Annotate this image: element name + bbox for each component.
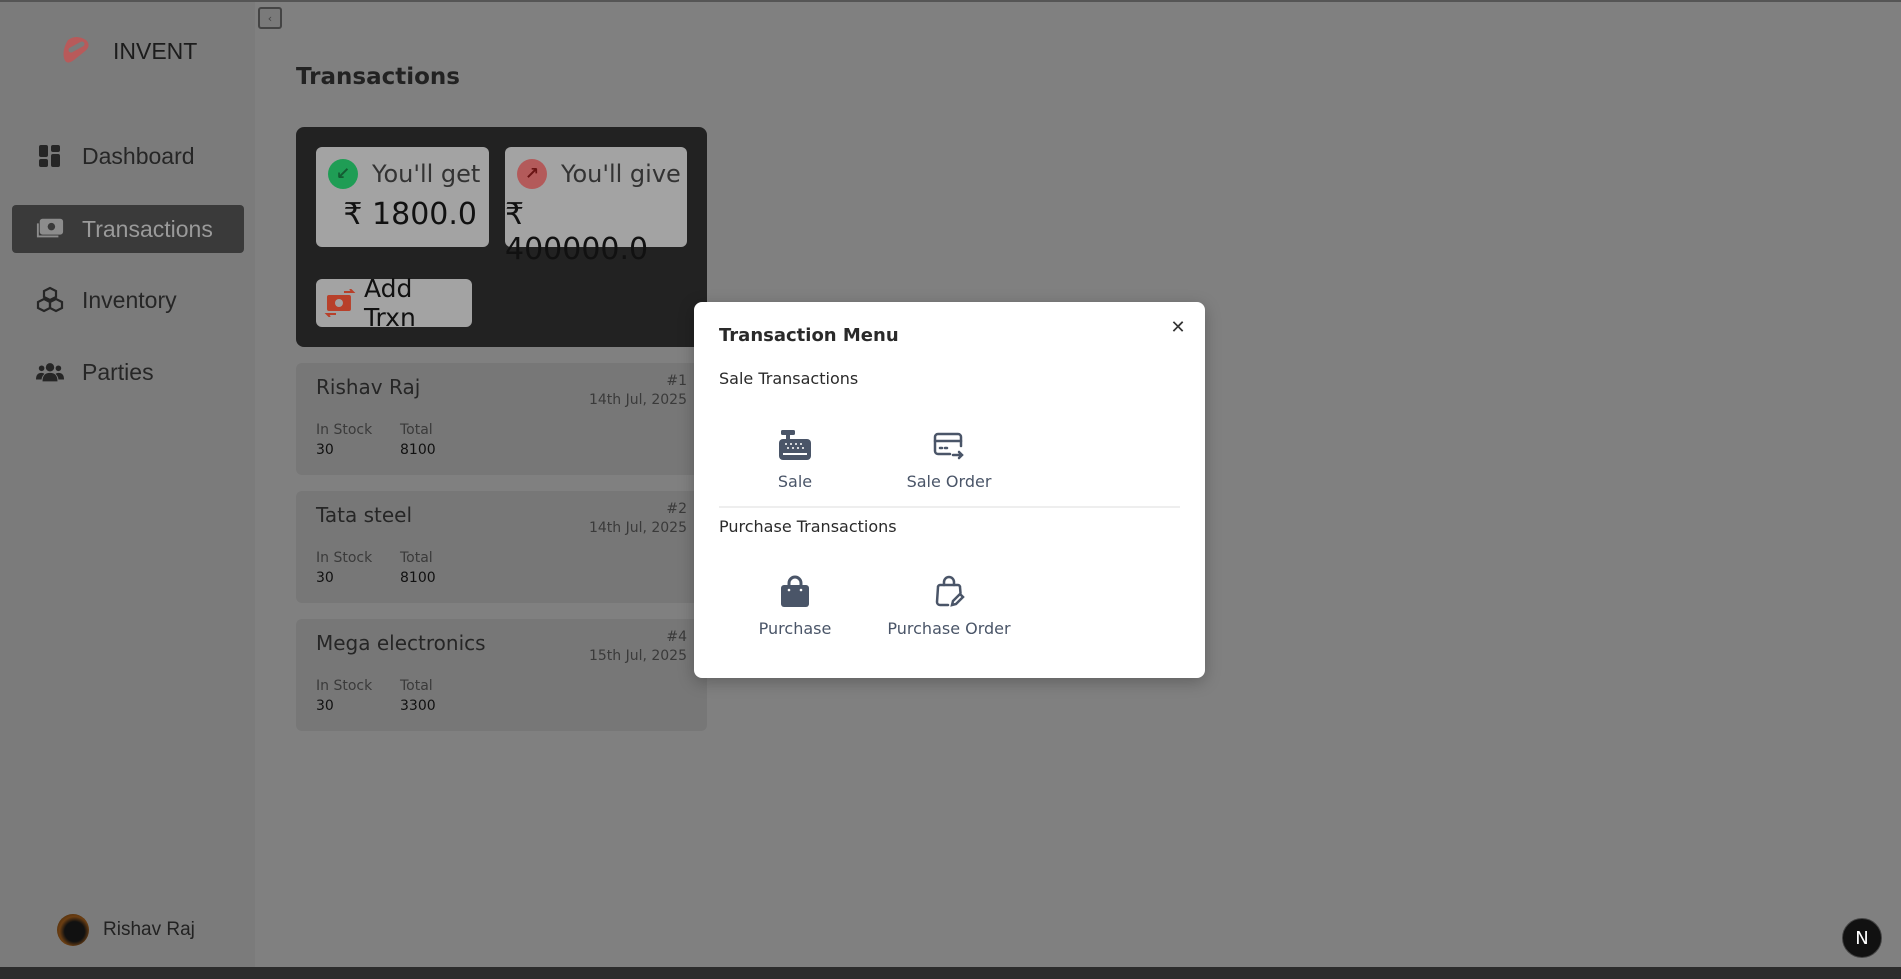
card-transfer-icon: [933, 432, 964, 460]
transaction-card[interactable]: Rishav Raj #1 14th Jul, 2025 In Stock 30…: [296, 363, 707, 475]
sidebar-item-label: Dashboard: [82, 142, 195, 169]
users-icon: [36, 358, 64, 386]
bag-edit-icon: [935, 575, 965, 607]
avatar: [57, 914, 89, 946]
collapse-sidebar-button[interactable]: ‹: [258, 7, 282, 29]
in-stock-label: In Stock: [316, 678, 373, 694]
add-transaction-button[interactable]: Add Trxn: [316, 274, 472, 332]
transaction-card[interactable]: Mega electronics #4 15th Jul, 2025 In St…: [296, 619, 707, 731]
party-name: Mega electronics: [316, 631, 486, 655]
bottom-status-bar: [0, 967, 1901, 979]
cash-register-icon: [779, 430, 811, 460]
sale-label: Sale: [777, 472, 813, 491]
close-button[interactable]: ✕: [1167, 316, 1189, 338]
summary-panel: ↙ You'll get ₹ 1800.0 ↗ You'll give ₹ 4000…: [296, 127, 707, 347]
in-stock-label: In Stock: [316, 550, 373, 566]
total-value: 3300: [400, 698, 436, 714]
sidebar-item-label: Transactions: [82, 215, 213, 242]
transaction-number: #1: [666, 373, 687, 389]
you-give-label: You'll give: [561, 160, 681, 188]
transaction-date: 14th Jul, 2025: [588, 392, 687, 408]
party-name: Tata steel: [316, 503, 413, 527]
chevron-left-icon: ‹: [267, 11, 273, 25]
transaction-menu-dialog: Transaction Menu ✕ Sale Transactions Sal…: [694, 302, 1205, 678]
transaction-number: #2: [666, 501, 687, 517]
transaction-date: 15th Jul, 2025: [588, 648, 687, 664]
shopping-bag-icon: [781, 575, 809, 607]
party-name: Rishav Raj: [316, 375, 421, 399]
purchase-label: Purchase: [758, 619, 832, 638]
you-give-amount: ₹ 400000.0: [505, 197, 649, 267]
purchase-option[interactable]: Purchase: [720, 571, 870, 651]
sidebar-item-label: Inventory: [82, 286, 177, 313]
dashboard-icon: [36, 142, 64, 170]
in-stock-value: 30: [316, 442, 334, 458]
total-label: Total: [400, 678, 433, 694]
sidebar: INVENT Dashboard Transactions Inventory …: [0, 2, 255, 967]
total-value: 8100: [400, 570, 436, 586]
sidebar-item-parties[interactable]: Parties: [12, 348, 244, 396]
sale-section-heading: Sale Transactions: [719, 369, 859, 388]
sidebar-item-inventory[interactable]: Inventory: [12, 276, 244, 324]
purchase-section-heading: Purchase Transactions: [719, 517, 897, 536]
you-get-amount: ₹ 1800.0: [343, 197, 477, 232]
section-divider: [719, 506, 1180, 508]
total-label: Total: [400, 422, 433, 438]
add-transaction-label: Add Trxn: [363, 274, 416, 332]
page-title: Transactions: [296, 64, 460, 90]
arrow-up-right-icon: ↗: [517, 159, 547, 189]
window-border: [0, 0, 1901, 2]
arrow-down-left-icon: ↙: [328, 159, 358, 189]
you-give-card: ↗ You'll give ₹ 400000.0: [505, 147, 687, 267]
sidebar-item-label: Parties: [82, 358, 154, 385]
close-icon: ✕: [1170, 316, 1186, 338]
transaction-number: #4: [666, 629, 687, 645]
total-label: Total: [400, 550, 433, 566]
sidebar-item-transactions[interactable]: Transactions: [12, 205, 244, 253]
purchase-order-label: Purchase Order: [887, 619, 1011, 638]
transaction-date: 14th Jul, 2025: [588, 520, 687, 536]
sale-order-label: Sale Order: [906, 472, 992, 491]
cubes-icon: [36, 286, 64, 314]
framework-badge-button[interactable]: N: [1842, 918, 1882, 958]
sale-option[interactable]: Sale: [720, 424, 870, 504]
in-stock-label: In Stock: [316, 422, 373, 438]
user-profile[interactable]: Rishav Raj: [57, 914, 195, 946]
money-icon: [36, 215, 64, 243]
in-stock-value: 30: [316, 570, 334, 586]
sidebar-item-dashboard[interactable]: Dashboard: [12, 132, 244, 180]
logo-icon: [63, 37, 89, 63]
total-value: 8100: [400, 442, 436, 458]
you-get-card: ↙ You'll get ₹ 1800.0: [316, 147, 489, 247]
transaction-card[interactable]: Tata steel #2 14th Jul, 2025 In Stock 30…: [296, 491, 707, 603]
user-name: Rishav Raj: [103, 919, 195, 940]
in-stock-value: 30: [316, 698, 334, 714]
money-transfer-icon: [324, 289, 356, 317]
brand-name: INVENT: [113, 38, 198, 64]
dialog-title: Transaction Menu: [719, 325, 899, 346]
sale-order-option[interactable]: Sale Order: [874, 424, 1024, 504]
purchase-order-option[interactable]: Purchase Order: [874, 571, 1024, 651]
you-get-label: You'll get: [372, 160, 481, 188]
